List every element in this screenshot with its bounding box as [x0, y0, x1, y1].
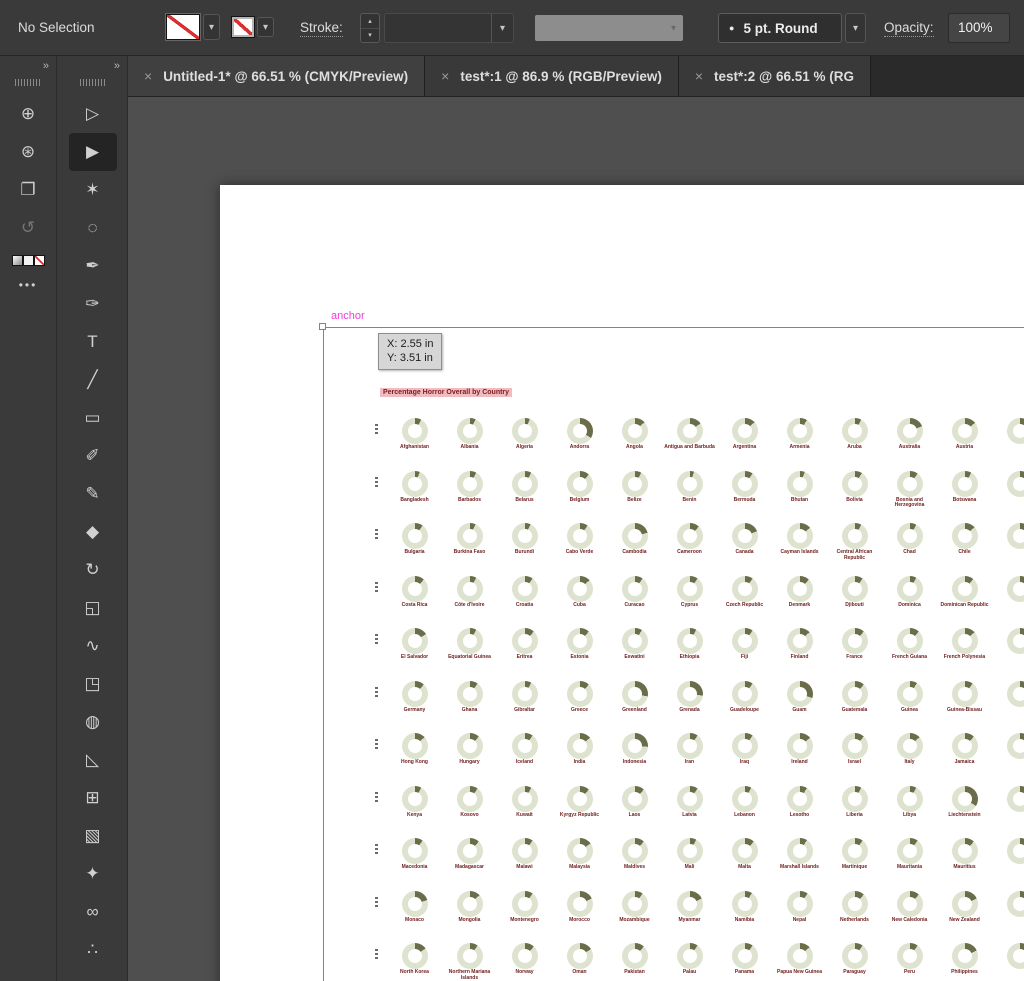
tab-title: test*:1 @ 86.9 % (RGB/Preview): [460, 69, 662, 84]
tooltip-y-value: Y: 3.51 in: [387, 351, 433, 365]
measurement-tooltip: X: 2.55 in Y: 3.51 in: [378, 333, 442, 370]
tab-close-icon[interactable]: ×: [144, 68, 152, 84]
magic-wand-tool[interactable]: ✶: [72, 171, 114, 209]
opacity-panel-link[interactable]: Opacity:: [884, 20, 934, 37]
symbol-sprayer-tool[interactable]: ∴: [72, 931, 114, 969]
stroke-weight-dropdown[interactable]: ▾: [384, 13, 514, 43]
stroke-color-swatch[interactable]: [232, 17, 254, 37]
canvas[interactable]: Percentage Horror Overall by Country Afg…: [128, 97, 1024, 981]
toolbar-grip[interactable]: [80, 79, 106, 86]
mesh-tool[interactable]: ⊞: [72, 779, 114, 817]
gradient-swatch-icon[interactable]: [12, 255, 23, 266]
brush-preset-label: 5 pt. Round: [743, 21, 817, 36]
stroke-panel-link[interactable]: Stroke:: [300, 20, 343, 37]
direct-selection-tool[interactable]: ▷: [72, 95, 114, 133]
control-bar: No Selection ▾ ▾ Stroke: ▴ ▾ ▾ ▾ ● 5 pt.…: [0, 0, 1024, 56]
selection-bounding-box: [323, 327, 1024, 981]
panel-dock-items: ⊕⊛❐↺: [0, 95, 56, 247]
eraser-tool[interactable]: ◆: [72, 513, 114, 551]
selection-status: No Selection: [18, 20, 95, 35]
anchor-label: anchor: [331, 310, 365, 322]
panel-dock-expand-icon[interactable]: »: [0, 56, 56, 76]
brush-dot-icon: ●: [729, 23, 734, 33]
tab-title: test*:2 @ 66.51 % (RG: [714, 69, 854, 84]
rotate-tool[interactable]: ↻: [72, 551, 114, 589]
tab-title: Untitled-1* @ 66.51 % (CMYK/Preview): [163, 69, 408, 84]
paintbrush-tool[interactable]: ✐: [72, 437, 114, 475]
shape-builder-tool[interactable]: ◍: [72, 703, 114, 741]
panel-dock-grip[interactable]: [15, 79, 41, 86]
tooltip-x-value: X: 2.55 in: [387, 337, 433, 351]
free-transform-tool[interactable]: ◳: [72, 665, 114, 703]
tab-close-icon[interactable]: ×: [695, 68, 703, 84]
blend-tool[interactable]: ∞: [72, 893, 114, 931]
panel-dock: » ⊕⊛❐↺ •••: [0, 56, 57, 981]
brush-dropdown-chevron-icon[interactable]: ▾: [845, 13, 866, 43]
panel-asterisk-icon[interactable]: ⊛: [7, 133, 49, 171]
none-swatch-icon[interactable]: [34, 255, 45, 266]
rectangle-tool[interactable]: ▭: [72, 399, 114, 437]
toolbar: » ▷▶✶◌✒✑T╱▭✐✎◆↻◱∿◳◍◺⊞▧✦∞∴: [58, 56, 128, 981]
stroke-weight-stepper[interactable]: ▴ ▾: [360, 13, 380, 43]
brush-definition-dropdown[interactable]: ● 5 pt. Round: [718, 13, 842, 43]
more-options-icon[interactable]: •••: [19, 278, 38, 292]
mini-color-swatch-strip[interactable]: [12, 255, 45, 266]
toolbar-expand-icon[interactable]: »: [58, 56, 127, 76]
scale-tool[interactable]: ◱: [72, 589, 114, 627]
fill-color-dropdown-chevron-icon[interactable]: ▾: [203, 14, 220, 40]
tab-close-icon[interactable]: ×: [441, 68, 449, 84]
tool-column: ▷▶✶◌✒✑T╱▭✐✎◆↻◱∿◳◍◺⊞▧✦∞∴: [58, 95, 127, 969]
line-segment-tool[interactable]: ╱: [72, 361, 114, 399]
document-tab[interactable]: × test*:1 @ 86.9 % (RGB/Preview): [425, 56, 679, 96]
document-tab[interactable]: × test*:2 @ 66.51 % (RG: [679, 56, 871, 96]
stepper-up-icon[interactable]: ▴: [361, 14, 379, 29]
pencil-tool[interactable]: ✎: [72, 475, 114, 513]
selection-anchor-handle[interactable]: [319, 323, 326, 330]
panel-target-icon[interactable]: ⊕: [7, 95, 49, 133]
panel-swap-icon[interactable]: ❐: [7, 171, 49, 209]
curvature-tool[interactable]: ✑: [72, 285, 114, 323]
lasso-tool[interactable]: ◌: [72, 209, 114, 247]
stroke-color-dropdown-chevron-icon[interactable]: ▾: [257, 17, 274, 37]
document-tab[interactable]: × Untitled-1* @ 66.51 % (CMYK/Preview): [128, 56, 425, 96]
fill-color-swatch[interactable]: [166, 14, 200, 40]
profile-chevron-icon: ▾: [671, 23, 683, 34]
pen-tool[interactable]: ✒: [72, 247, 114, 285]
perspective-grid-tool[interactable]: ◺: [72, 741, 114, 779]
gradient-tool[interactable]: ▧: [72, 817, 114, 855]
eyedropper-tool[interactable]: ✦: [72, 855, 114, 893]
type-tool[interactable]: T: [72, 323, 114, 361]
stepper-down-icon[interactable]: ▾: [361, 29, 379, 43]
opacity-input[interactable]: 100%: [948, 13, 1010, 43]
panel-undo-icon[interactable]: ↺: [7, 209, 49, 247]
white-swatch-icon[interactable]: [23, 255, 34, 266]
tab-bar: × Untitled-1* @ 66.51 % (CMYK/Preview) × te…: [128, 56, 1024, 97]
variable-width-profile-dropdown: ▾: [535, 15, 683, 41]
width-tool[interactable]: ∿: [72, 627, 114, 665]
stroke-weight-chevron-icon[interactable]: ▾: [491, 14, 513, 42]
selection-tool[interactable]: ▶: [69, 133, 117, 171]
